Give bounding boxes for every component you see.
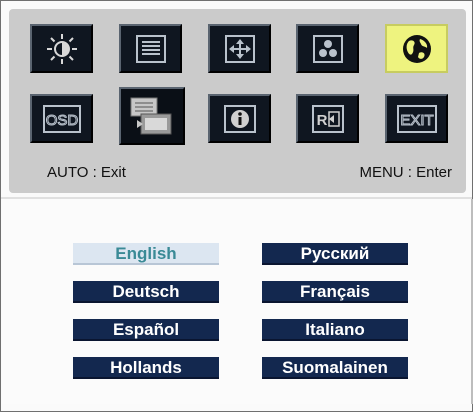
monitor-osd-menu: OSD R EXIT AUTO: Exit MENU: Enter Engl… bbox=[0, 0, 473, 412]
auto-exit-hint: AUTO : Exit bbox=[47, 164, 126, 181]
language-selection-panel: English Русский Deutsch Français Español… bbox=[2, 199, 473, 404]
osd-settings-icon[interactable]: OSD bbox=[30, 94, 93, 143]
language-option-deutsch[interactable]: Deutsch bbox=[73, 281, 219, 303]
menu-enter-hint: MENU : Enter bbox=[359, 164, 452, 181]
osd-label: OSD bbox=[45, 112, 78, 129]
language-option-espanol[interactable]: Español bbox=[73, 319, 219, 341]
reset-icon[interactable]: R bbox=[296, 94, 359, 143]
language-option-russian[interactable]: Русский bbox=[262, 243, 408, 265]
exit-label: EXIT bbox=[400, 112, 433, 129]
language-option-francais[interactable]: Français bbox=[262, 281, 408, 303]
information-icon[interactable] bbox=[208, 94, 271, 143]
language-option-italiano[interactable]: Italiano bbox=[262, 319, 408, 341]
language-option-english[interactable]: English bbox=[73, 243, 219, 265]
language-globe-icon[interactable] bbox=[385, 24, 448, 73]
brightness-icon[interactable] bbox=[30, 24, 93, 73]
exit-icon[interactable]: EXIT bbox=[385, 94, 448, 143]
main-menu-panel: OSD R EXIT AUTO: Exit MENU: Enter bbox=[9, 9, 466, 193]
language-option-suomalainen[interactable]: Suomalainen bbox=[262, 357, 408, 379]
input-source-icon[interactable] bbox=[119, 87, 185, 145]
language-option-hollands[interactable]: Hollands bbox=[73, 357, 219, 379]
image-adjust-icon[interactable] bbox=[119, 24, 182, 73]
svg-text:R: R bbox=[316, 112, 327, 129]
position-icon[interactable] bbox=[208, 24, 271, 73]
color-icon[interactable] bbox=[296, 24, 359, 73]
